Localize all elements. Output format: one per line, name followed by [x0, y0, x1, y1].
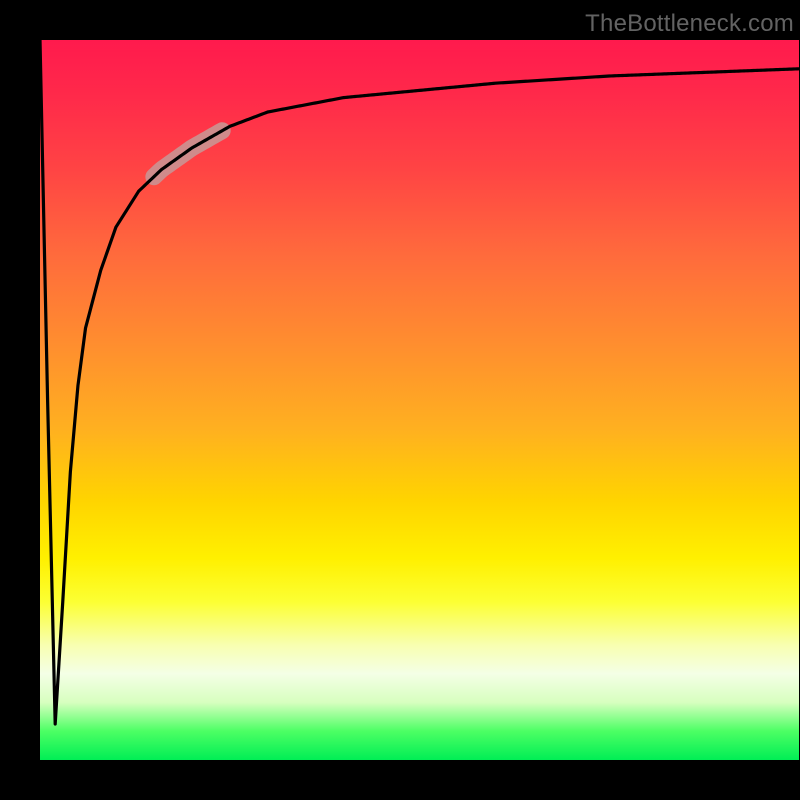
bottleneck-curve: [40, 40, 799, 724]
chart-frame: TheBottleneck.com: [0, 0, 800, 800]
curve-layer: [40, 40, 799, 760]
plot-area: [40, 40, 799, 760]
watermark-label: TheBottleneck.com: [585, 10, 794, 38]
